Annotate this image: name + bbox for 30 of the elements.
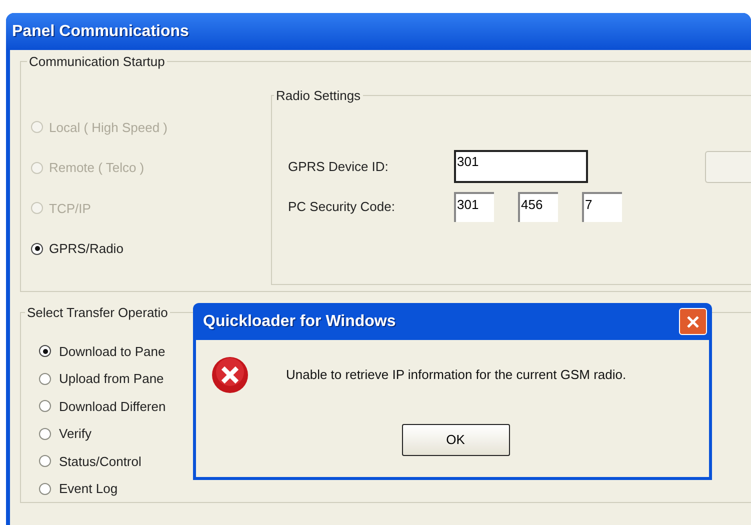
security-code-field[interactable]: 301 [454,192,494,222]
radio-label[interactable]: Download Differen [59,396,166,416]
security-code-field[interactable]: 456 [518,192,558,222]
radio-button[interactable] [39,345,51,358]
radio-button[interactable] [39,455,51,468]
device-id-field[interactable]: 301 [454,150,588,183]
radio-button[interactable] [39,400,51,412]
group-title: Radio Settings [275,86,362,105]
radio-button[interactable] [39,428,51,440]
error-icon [211,356,249,394]
radio-button[interactable] [39,372,51,385]
field-label: GPRS Device ID: [288,158,390,176]
error-message: Unable to retrieve IP information for the current GSM radio. [286,366,626,384]
close-icon [686,314,700,328]
field-label: PC Security Code: [288,198,396,216]
close-button[interactable] [679,308,707,335]
radio-label[interactable]: Status/Control [59,452,142,471]
radio-label[interactable]: Download to Pane [59,342,166,361]
group-title: Communication Startup [28,53,166,71]
radio-label[interactable]: Verify [59,424,92,444]
radio-label[interactable]: Event Log [59,479,118,498]
window-title: Panel Communications [12,22,189,42]
radio-label[interactable]: GPRS/Radio [49,239,124,258]
ok-button[interactable]: OK [402,424,510,456]
radio-button[interactable] [31,242,43,255]
radio-label[interactable]: Upload from Pane [59,369,164,388]
group-title: Select Transfer Operatio [26,304,169,322]
radio-button[interactable] [39,482,51,495]
dialog-title: Quickloader for Windows [203,312,396,332]
security-code-field[interactable]: 7 [582,192,622,222]
